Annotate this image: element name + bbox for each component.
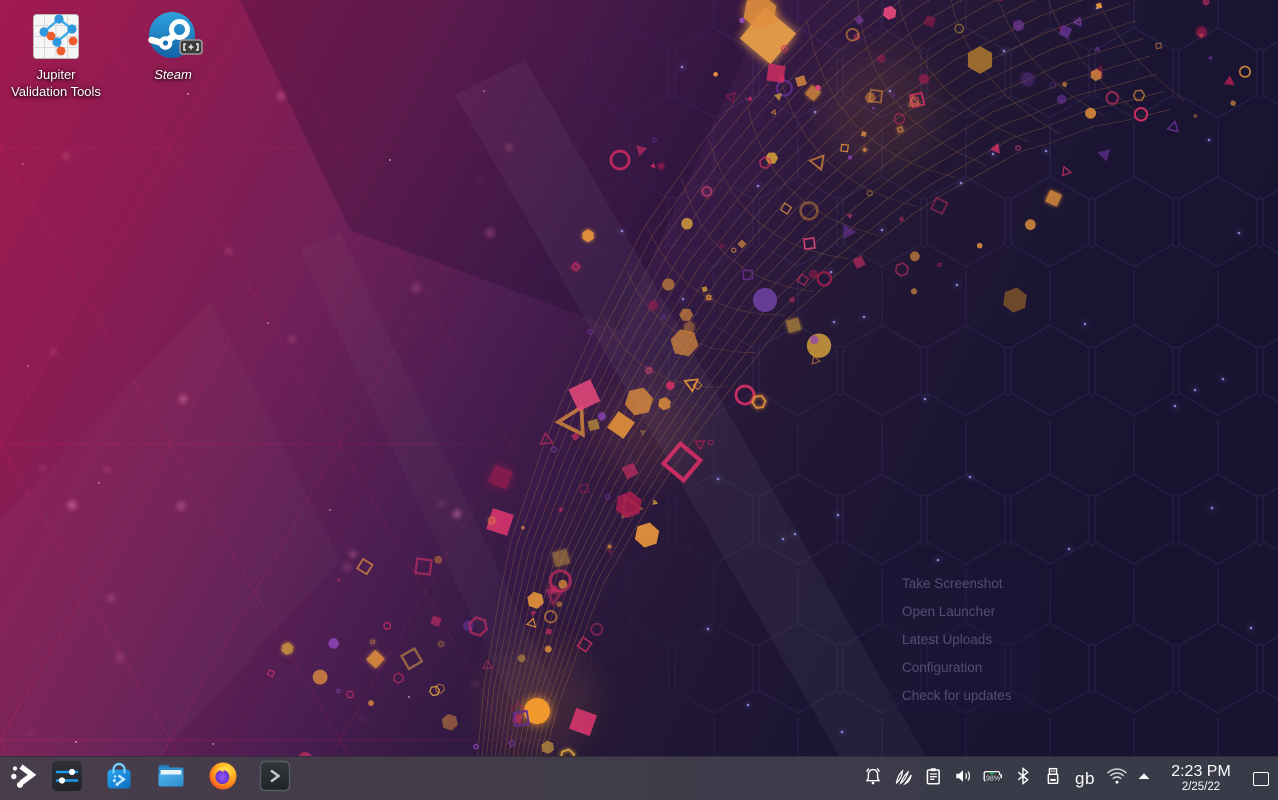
keyboard-layout-tray-button[interactable]: gb xyxy=(1068,760,1102,798)
taskbar: 98% gb xyxy=(0,756,1278,800)
battery-icon: 98% xyxy=(982,766,1004,791)
notifications-tray-button[interactable] xyxy=(858,760,888,798)
discover-button[interactable] xyxy=(103,760,135,798)
show-desktop-button[interactable] xyxy=(1248,760,1274,798)
bluetooth-tray-button[interactable] xyxy=(1008,760,1038,798)
dolphin-file-manager-button[interactable] xyxy=(155,760,187,798)
wifi-icon xyxy=(1106,766,1128,791)
jupiter-validation-tools-icon xyxy=(30,10,82,62)
audio-volume-tray-button[interactable] xyxy=(948,760,978,798)
steam-vapor-icon xyxy=(893,766,913,791)
discover-icon xyxy=(103,760,135,797)
system-settings-icon xyxy=(51,760,83,797)
network-tray-button[interactable] xyxy=(1102,760,1132,798)
desktop-icon-label: Steam xyxy=(154,67,192,84)
digital-clock[interactable]: 2:23 PM 2/25/22 xyxy=(1162,763,1240,794)
desktop-wallpaper xyxy=(0,0,1278,800)
desktop-icon-steam[interactable]: Steam xyxy=(118,10,228,84)
bell-icon xyxy=(863,766,883,791)
clock-date: 2/25/22 xyxy=(1182,781,1220,794)
tray-expander-button[interactable] xyxy=(1132,760,1156,798)
system-settings-button[interactable] xyxy=(51,760,83,798)
steam-tray-button[interactable] xyxy=(888,760,918,798)
terminal-icon xyxy=(259,760,291,797)
desktop-icon-label: Jupiter xyxy=(36,67,75,84)
bluetooth-icon xyxy=(1013,766,1033,791)
desktop-icon-jupiter-validation-tools[interactable]: Jupiter Validation Tools xyxy=(1,10,111,101)
chevron-up-icon xyxy=(1135,767,1153,790)
show-desktop-icon xyxy=(1253,772,1269,786)
system-tray: 98% gb xyxy=(858,760,1278,798)
firefox-button[interactable] xyxy=(207,760,239,798)
battery-percent-label: 98% xyxy=(986,776,1000,783)
usb-drive-icon xyxy=(1043,766,1063,791)
desktop-icon-label: Validation Tools xyxy=(11,84,101,101)
battery-tray-button[interactable]: 98% xyxy=(978,760,1008,798)
keyboard-layout-label: gb xyxy=(1075,769,1095,789)
application-launcher-button[interactable] xyxy=(5,760,41,798)
shortcut-link-emblem-icon xyxy=(179,39,203,60)
clipboard-tray-button[interactable] xyxy=(918,760,948,798)
removable-device-tray-button[interactable] xyxy=(1038,760,1068,798)
speaker-icon xyxy=(953,766,973,791)
folder-icon xyxy=(155,760,187,797)
konsole-button[interactable] xyxy=(259,760,291,798)
kde-launcher-icon xyxy=(10,763,37,794)
clipboard-icon xyxy=(923,766,943,791)
steam-icon xyxy=(147,10,199,62)
firefox-icon xyxy=(208,761,238,796)
clock-time: 2:23 PM xyxy=(1171,763,1231,781)
